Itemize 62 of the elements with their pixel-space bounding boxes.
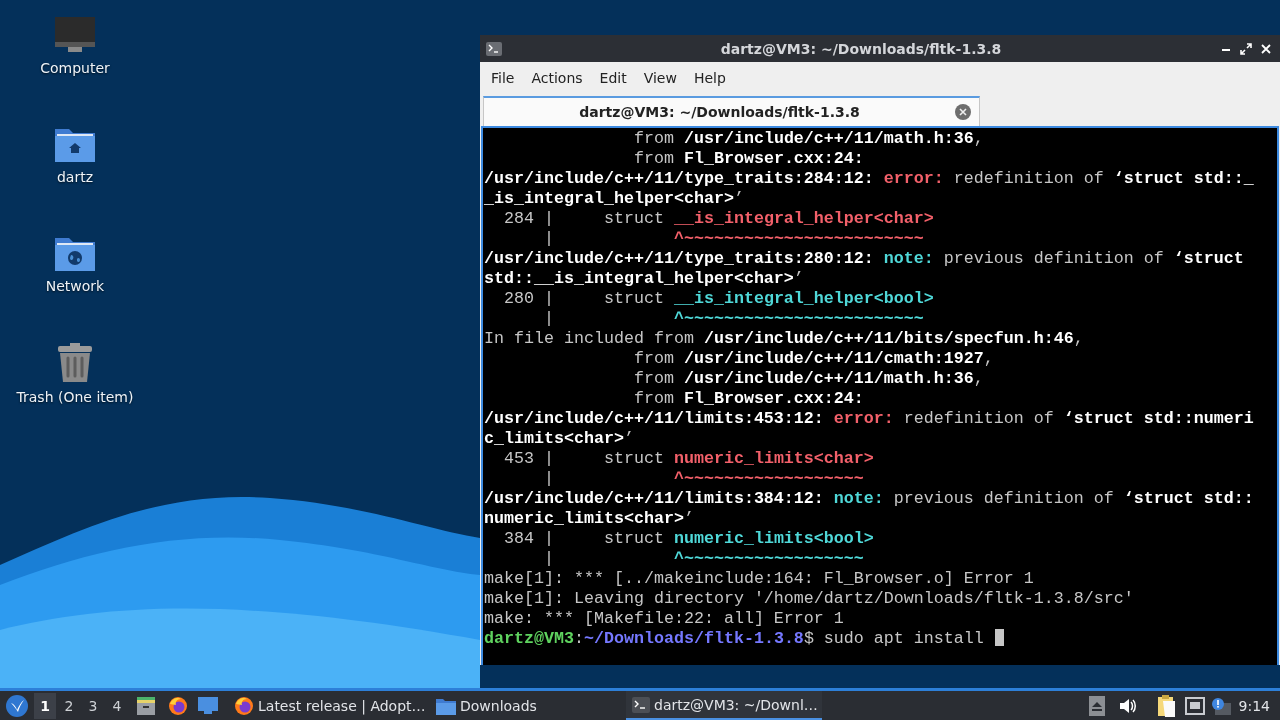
browser-icon[interactable] <box>168 695 188 716</box>
terminal-line: make[1]: Leaving directory '/home/dartz/Downloads/fltk-1.3.8/src' <box>484 589 1134 609</box>
taskbar-task[interactable]: dartz@VM3: ~/Downl… <box>626 691 822 720</box>
terminal-line: In file included from /usr/include/c++/11/bits/specfun.h:46, <box>484 329 1084 349</box>
eject-icon[interactable] <box>1088 695 1105 716</box>
terminal-line: make: *** [Makefile:22: all] Error 1 <box>484 609 844 629</box>
start-menu-icon[interactable] <box>6 694 28 717</box>
terminal-line: 453 | struct numeric_limits<char> <box>503 449 874 469</box>
terminal-icon <box>486 41 502 56</box>
desktop-icon[interactable] <box>198 696 218 715</box>
notification-icon[interactable] <box>1210 696 1231 715</box>
terminal-line: 284 | struct __is_integral_helper<char> <box>503 209 934 229</box>
terminal-line: | ^~~~~~~~~~~~~~~~~~~ <box>542 469 864 489</box>
browser-icon <box>234 695 254 716</box>
close-icon[interactable] <box>1260 42 1272 55</box>
volume-icon[interactable] <box>1118 697 1137 714</box>
terminal-line: | ^~~~~~~~~~~~~~~~~~~~~~~~~ <box>542 229 924 249</box>
terminal-line: 280 | struct __is_integral_helper<bool> <box>503 289 934 309</box>
terminal-line: make[1]: *** [../makeinclude:164: Fl_Browser.o] Error 1 <box>484 569 1034 589</box>
text-cursor <box>994 629 1004 646</box>
terminal-line: from Fl_Browser.cxx:24: <box>632 389 864 409</box>
menu-item[interactable]: Actions <box>524 65 590 90</box>
terminal-line: | ^~~~~~~~~~~~~~~~~~~~~~~~~ <box>542 309 924 329</box>
window-title: dartz@VM3: ~/Downloads/fltk-1.3.8 <box>719 40 1003 57</box>
desktop-icon-label[interactable]: Network <box>45 278 105 294</box>
terminal-line: numeric_limits<char>’ <box>484 509 694 529</box>
restore-icon[interactable] <box>1240 42 1252 55</box>
desktop-icon-label[interactable]: Trash (One item) <box>16 389 134 405</box>
menu-item[interactable]: View <box>636 65 684 90</box>
clipboard-icon[interactable] <box>1156 694 1177 717</box>
terminal-line: from /usr/include/c++/11/math.h:36, <box>632 129 984 149</box>
workspace-switch[interactable]: 3 <box>82 692 104 719</box>
monitor-icon <box>54 16 96 54</box>
terminal-line: 384 | struct numeric_limits<bool> <box>503 529 874 549</box>
terminal-line: /usr/include/c++/11/limits:453:12: error: redefinition of ‘struct std::numeri <box>484 409 1254 429</box>
network-wired-icon[interactable] <box>1184 696 1205 715</box>
desktop-icon-label[interactable]: Computer <box>40 60 110 76</box>
terminal-line: /usr/include/c++/11/limits:384:12: note: previous definition of ‘struct std:: <box>484 489 1254 509</box>
terminal-line: _is_integral_helper<char>’ <box>484 189 744 209</box>
terminal-line: | ^~~~~~~~~~~~~~~~~~~ <box>542 549 864 569</box>
taskbar-task[interactable]: Latest release | Adopt… <box>228 691 424 720</box>
terminal-line: from Fl_Browser.cxx:24: <box>632 149 864 169</box>
desktop-icon-label[interactable]: dartz <box>56 169 94 185</box>
shell-prompt: dartz@VM3:~/Downloads/fltk-1.3.8$ sudo apt install <box>484 629 985 649</box>
menu-item[interactable]: Help <box>686 65 733 90</box>
terminal-line: /usr/include/c++/11/type_traits:284:12: error: redefinition of ‘struct std::_ <box>484 169 1254 189</box>
terminal-tab[interactable]: dartz@VM3: ~/Downloads/fltk-1.3.8 <box>483 96 980 126</box>
workspace-switch[interactable]: 1 <box>34 692 56 719</box>
clock[interactable]: 9:14 <box>1238 697 1270 714</box>
folder-icon <box>436 696 456 715</box>
terminal-line: from /usr/include/c++/11/math.h:36, <box>632 369 984 389</box>
menu-item[interactable]: File <box>484 65 522 90</box>
terminal-line: std::__is_integral_helper<char>’ <box>484 269 804 289</box>
terminal-line: /usr/include/c++/11/type_traits:280:12: note: previous definition of ‘struct <box>484 249 1244 269</box>
workspace-switch[interactable]: 4 <box>106 692 128 719</box>
terminal-line: c_limits<char>’ <box>484 429 634 449</box>
workspace-switch[interactable]: 2 <box>58 692 80 719</box>
file-cabinet-icon[interactable] <box>136 695 156 716</box>
terminal-line: from /usr/include/c++/11/cmath:1927, <box>632 349 994 369</box>
terminal-icon <box>632 696 650 713</box>
taskbar-task[interactable]: Downloads <box>430 691 620 720</box>
menu-item[interactable]: Edit <box>592 65 634 90</box>
